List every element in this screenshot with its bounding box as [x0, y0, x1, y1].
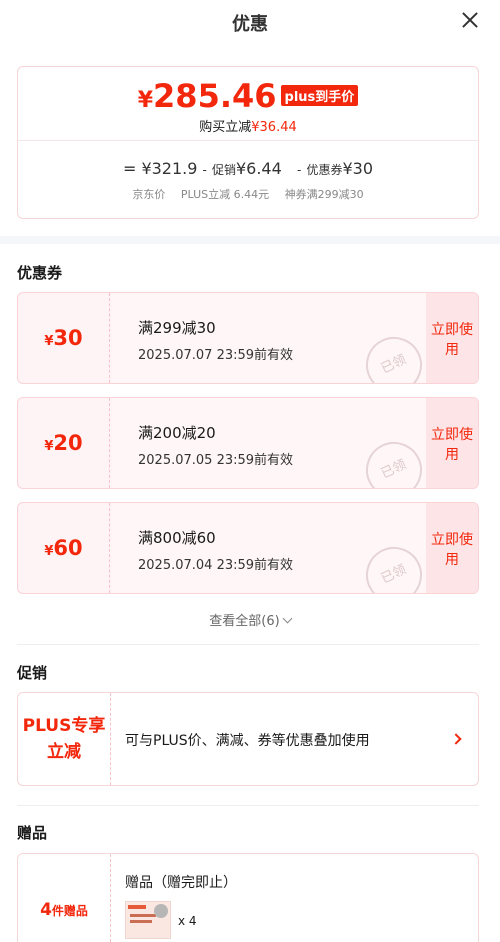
label-coupon: 神券满299减30: [284, 188, 364, 201]
use-coupon-button[interactable]: 立即使用: [426, 503, 478, 593]
claimed-stamp-icon: 已领: [356, 537, 432, 593]
label-plus-discount: PLUS立减 6.44元: [180, 188, 270, 201]
promo-tag-line2: 立减: [47, 742, 81, 762]
claimed-stamp-icon: 已领: [356, 327, 432, 383]
gift-title: 赠品（赠完即止）: [125, 875, 237, 891]
promo-section-title: 促销: [17, 664, 48, 682]
promo-tag: PLUS专享 立减: [18, 693, 111, 785]
gift-tag-text: 件赠品: [51, 904, 88, 918]
claimed-stamp-icon: 已领: [356, 432, 432, 488]
coupon-amount: ¥30: [18, 293, 110, 383]
coupon-card[interactable]: ¥30 满299减30 2025.07.07 23:59前有效 已领 立即使用: [17, 292, 479, 384]
section-gap: [0, 236, 500, 244]
gift-section-title: 赠品: [17, 824, 48, 842]
promo-description: 可与PLUS价、满减、券等优惠叠加使用: [125, 733, 370, 749]
coupons-section-title: 优惠券: [17, 264, 63, 282]
header: 优惠: [0, 0, 500, 46]
coupon-amount-value: 60: [53, 536, 83, 560]
calc-base-price: ¥321.9: [141, 159, 198, 178]
chevron-down-icon: [282, 613, 293, 624]
coupon-info: 满200减20 2025.07.05 23:59前有效 已领: [112, 398, 432, 488]
price-summary-card: ¥285.46 plus到手价 购买立减¥36.44 = ¥321.9 - 促销¥…: [17, 66, 479, 219]
price-symbol: ¥: [137, 88, 154, 113]
coupon-condition: 满800减60: [138, 529, 216, 547]
use-coupon-button[interactable]: 立即使用: [426, 398, 478, 488]
gift-count: 4: [40, 900, 52, 920]
page-title: 优惠: [232, 14, 268, 35]
final-price: ¥285.46 plus到手价: [18, 77, 478, 115]
use-coupon-button[interactable]: 立即使用: [426, 293, 478, 383]
gift-tag: 4件赠品: [18, 854, 111, 942]
coupon-card[interactable]: ¥20 满200减20 2025.07.05 23:59前有效 已领 立即使用: [17, 397, 479, 489]
calc-minus-1: -: [202, 163, 207, 177]
buy-discount-amount: ¥36.44: [251, 120, 297, 135]
calc-promo-value: ¥6.44: [235, 159, 282, 178]
gift-card[interactable]: 4件赠品 赠品（赠完即止） x 4: [17, 853, 479, 942]
chevron-right-icon: [450, 733, 462, 745]
price-calculation-labels: 京东价 PLUS立减 6.44元 神券满299减30: [18, 186, 478, 202]
coupon-condition: 满200减20: [138, 424, 216, 442]
calc-minus-2: -: [297, 163, 302, 177]
label-base-price: 京东价: [132, 188, 166, 201]
view-all-label: 查看全部(6): [209, 614, 280, 629]
view-all-coupons-link[interactable]: 查看全部(6): [0, 610, 500, 629]
coupon-condition: 满299减30: [138, 319, 216, 337]
calc-coupon-label: 优惠券: [306, 163, 343, 177]
coupon-validity: 2025.07.07 23:59前有效: [138, 348, 294, 363]
promo-tag-line1: PLUS专享: [22, 716, 106, 736]
coupon-amount: ¥20: [18, 398, 110, 488]
price-calculation: = ¥321.9 - 促销¥6.44 - 优惠券¥30: [18, 159, 478, 178]
promo-card[interactable]: PLUS专享 立减 可与PLUS价、满减、券等优惠叠加使用: [17, 692, 479, 786]
coupon-validity: 2025.07.05 23:59前有效: [138, 453, 294, 468]
coupon-amount: ¥60: [18, 503, 110, 593]
buy-discount-label: 购买立减: [199, 120, 252, 135]
gift-quantity: x 4: [178, 914, 197, 928]
calc-equals: =: [122, 159, 137, 178]
calc-promo-label: 促销: [211, 163, 236, 177]
divider: [17, 805, 479, 806]
coupon-amount-value: 20: [53, 431, 83, 455]
coupon-card[interactable]: ¥60 满800减60 2025.07.04 23:59前有效 已领 立即使用: [17, 502, 479, 594]
coupon-info: 满299减30 2025.07.07 23:59前有效 已领: [112, 293, 432, 383]
calc-coupon-value: ¥30: [342, 159, 374, 178]
coupon-amount-value: 30: [53, 326, 83, 350]
coupon-validity: 2025.07.04 23:59前有效: [138, 558, 294, 573]
price-top: ¥285.46 plus到手价 购买立减¥36.44: [18, 67, 478, 141]
close-icon[interactable]: [458, 8, 482, 32]
gift-thumbnail[interactable]: [125, 901, 171, 939]
plus-price-badge: plus到手价: [280, 85, 359, 106]
divider: [17, 644, 479, 645]
coupon-info: 满800减60 2025.07.04 23:59前有效 已领: [112, 503, 432, 593]
buy-discount-line: 购买立减¥36.44: [18, 116, 478, 135]
price-value: 285.46: [153, 77, 277, 115]
